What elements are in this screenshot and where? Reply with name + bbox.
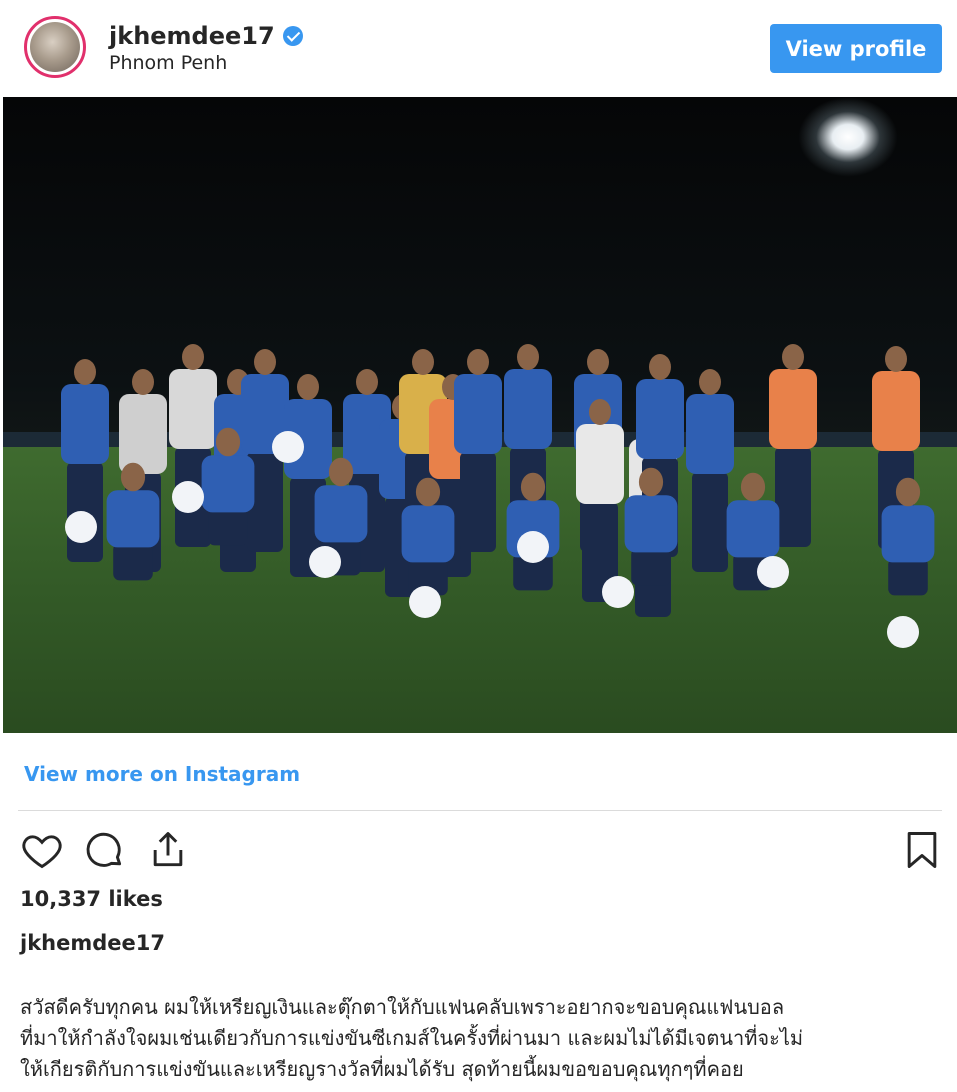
comment-icon[interactable] (80, 826, 128, 874)
username[interactable]: jkhemdee17 (109, 22, 275, 50)
action-bar (18, 826, 942, 874)
mascot-doll (309, 546, 341, 578)
likes-count[interactable]: 10,337 likes (20, 887, 163, 911)
mascot-doll (757, 556, 789, 588)
caption-line: ให้เกียรติกับการแข่งขันและเหรียญรางวัลที… (20, 1057, 744, 1081)
divider (18, 810, 942, 811)
person (454, 349, 502, 552)
verified-badge-icon (282, 26, 303, 46)
location[interactable]: Phnom Penh (109, 52, 227, 74)
caption-line: ที่มาให้กำลังใจผมเช่นเดียวกับการแข่งขันซ… (20, 1026, 804, 1050)
view-more-link[interactable]: View more on Instagram (24, 762, 300, 786)
avatar-image (30, 22, 80, 72)
bookmark-icon[interactable] (898, 826, 946, 874)
heart-icon[interactable] (18, 826, 66, 874)
post-photo[interactable] (3, 97, 957, 733)
mascot-doll (65, 511, 97, 543)
mascot-doll (409, 586, 441, 618)
mascot-doll (172, 481, 204, 513)
caption-text: สวัสดีครับทุกคน ผมให้เหรียญเงินและตุ๊กตา… (20, 992, 945, 1085)
mascot-doll (272, 431, 304, 463)
team-group-photo (61, 344, 935, 648)
caption-username[interactable]: jkhemdee17 (20, 931, 165, 955)
username-row: jkhemdee17 (109, 22, 303, 50)
share-icon[interactable] (144, 826, 192, 874)
person (576, 399, 624, 602)
post-header: jkhemdee17 Phnom Penh View profile (0, 0, 957, 97)
mascot-doll (517, 531, 549, 563)
caption-line: สวัสดีครับทุกคน ผมให้เหรียญเงินและตุ๊กตา… (20, 995, 785, 1019)
mascot-doll (602, 576, 634, 608)
mascot-doll (887, 616, 919, 648)
avatar[interactable] (24, 16, 86, 78)
view-profile-button[interactable]: View profile (770, 24, 942, 73)
